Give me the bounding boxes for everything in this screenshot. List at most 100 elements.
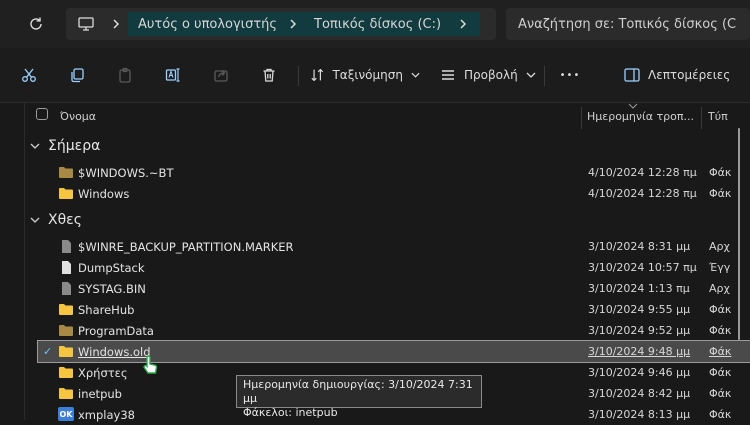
file-row[interactable]: SYSTAG.BIN 3/10/2024 1:13 πμ Αρχ bbox=[38, 278, 750, 299]
share-icon bbox=[214, 70, 228, 82]
toolbar-divider bbox=[544, 66, 545, 86]
file-name: $WINDOWS.~BT bbox=[78, 165, 174, 180]
file-type: Φάκ bbox=[709, 324, 732, 337]
file-date: 3/10/2024 8:13 μμ bbox=[588, 408, 691, 421]
file-date: 3/10/2024 10:57 πμ bbox=[588, 261, 697, 274]
file-date: 3/10/2024 9:52 μμ bbox=[588, 324, 691, 337]
file-type: Αρχ bbox=[709, 240, 730, 253]
refresh-button[interactable] bbox=[22, 12, 50, 36]
file-type: Φάκ bbox=[709, 387, 732, 400]
trash-icon bbox=[263, 68, 275, 82]
file-type: Φάκ bbox=[709, 166, 732, 179]
column-divider[interactable] bbox=[701, 107, 702, 129]
copy-button[interactable] bbox=[64, 62, 90, 88]
search-placeholder: Αναζήτηση σε: Τοπικός δίσκος (C bbox=[518, 16, 737, 32]
column-header-name[interactable]: Όνομα bbox=[60, 103, 160, 129]
sort-label: Ταξινόμηση bbox=[332, 68, 403, 82]
file-date: 3/10/2024 9:46 μμ bbox=[588, 366, 691, 379]
tooltip: Ημερομηνία δημιουργίας: 3/10/2024 7:31 μ… bbox=[236, 375, 482, 419]
vertical-scrollbar[interactable] bbox=[738, 128, 742, 420]
select-all-checkbox[interactable] bbox=[36, 108, 48, 120]
chevron-right-icon bbox=[110, 8, 122, 40]
folder-icon bbox=[59, 325, 73, 336]
details-label: Λεπτομέρειες bbox=[648, 68, 731, 82]
file-row[interactable]: DumpStack 3/10/2024 10:57 πμ Έγγ bbox=[38, 257, 750, 278]
paste-button[interactable] bbox=[112, 62, 138, 88]
sort-button[interactable]: Ταξινόμηση bbox=[310, 62, 420, 88]
computer-icon bbox=[78, 8, 94, 40]
folder-icon bbox=[59, 304, 73, 315]
group-label: Σήμερα bbox=[48, 138, 101, 154]
checkmark-icon[interactable]: ✓ bbox=[43, 345, 52, 358]
rename-icon bbox=[165, 68, 180, 82]
clipboard-icon bbox=[119, 67, 131, 83]
file-icon bbox=[62, 282, 71, 295]
file-date: 3/10/2024 9:55 μμ bbox=[588, 303, 691, 316]
navigation-pane[interactable] bbox=[0, 103, 25, 420]
chevron-down-icon bbox=[411, 72, 420, 78]
file-date: 3/10/2024 1:13 πμ bbox=[588, 282, 690, 295]
view-list-icon bbox=[442, 70, 454, 80]
file-date: 3/10/2024 9:48 μμ bbox=[588, 345, 691, 358]
address-bar-area: Αυτός ο υπολογιστής Τοπικός δίσκος (C:) … bbox=[0, 0, 750, 48]
command-bar: Ταξινόμηση Προβολή ••• Λεπτομέρειες bbox=[0, 48, 750, 103]
group-header-today[interactable]: Σήμερα bbox=[24, 134, 100, 158]
details-pane-button[interactable]: Λεπτομέρειες bbox=[624, 62, 742, 88]
more-options-button[interactable]: ••• bbox=[556, 62, 584, 88]
file-row[interactable]: ShareHub 3/10/2024 9:55 μμ Φάκ bbox=[38, 299, 750, 320]
cut-button[interactable] bbox=[16, 62, 42, 88]
folder-icon bbox=[59, 367, 73, 378]
sort-indicator-icon bbox=[628, 103, 638, 109]
breadcrumb-local-disk[interactable]: Τοπικός δίσκος (C:) bbox=[302, 12, 446, 36]
breadcrumb-label: Αυτός ο υπολογιστής bbox=[138, 16, 278, 32]
folder-icon bbox=[59, 388, 73, 399]
group-header-yesterday[interactable]: Χθες bbox=[24, 208, 82, 232]
folder-icon bbox=[59, 346, 73, 357]
file-name: xmplay38 bbox=[78, 407, 135, 422]
tooltip-line: Φάκελοι: inetpub bbox=[243, 406, 338, 419]
file-name: ShareHub bbox=[78, 302, 135, 317]
chevron-down-icon bbox=[526, 72, 536, 78]
chevron-right-icon[interactable] bbox=[446, 12, 480, 36]
file-name: Windows bbox=[78, 186, 130, 201]
file-type: Φάκ bbox=[709, 303, 732, 316]
file-row[interactable]: $WINRE_BACKUP_PARTITION.MARKER 3/10/2024… bbox=[38, 236, 750, 257]
file-type: Φάκ bbox=[709, 366, 732, 379]
file-type: Αρχ bbox=[709, 282, 730, 295]
file-type: Έγγ bbox=[709, 261, 731, 274]
file-name: SYSTAG.BIN bbox=[78, 281, 146, 296]
file-name: Χρήστες bbox=[78, 365, 128, 380]
refresh-icon bbox=[30, 17, 42, 30]
view-label: Προβολή bbox=[464, 68, 518, 82]
rename-button[interactable] bbox=[160, 62, 186, 88]
column-headers: Όνομα Ημερομηνία τροπ... Τύπ bbox=[24, 103, 750, 129]
file-row[interactable]: ProgramData 3/10/2024 9:52 μμ Φάκ bbox=[38, 320, 750, 341]
file-date: 4/10/2024 12:28 πμ bbox=[588, 187, 697, 200]
chevron-right-icon bbox=[284, 12, 302, 36]
copy-icon bbox=[71, 68, 84, 83]
file-type: Φάκ bbox=[709, 345, 732, 358]
file-date: 3/10/2024 8:31 μμ bbox=[588, 240, 691, 253]
file-name: ProgramData bbox=[78, 323, 154, 338]
file-date: 3/10/2024 8:42 μμ bbox=[588, 387, 691, 400]
column-divider[interactable] bbox=[581, 107, 582, 129]
search-input[interactable]: Αναζήτηση σε: Τοπικός δίσκος (C bbox=[506, 8, 750, 40]
breadcrumb-label: Τοπικός δίσκος (C:) bbox=[314, 16, 442, 32]
breadcrumb-this-pc[interactable]: Αυτός ο υπολογιστής bbox=[128, 12, 284, 36]
view-button[interactable]: Προβολή bbox=[440, 62, 540, 88]
more-options-icon: ••• bbox=[559, 69, 581, 81]
address-bar[interactable]: Αυτός ο υπολογιστής Τοπικός δίσκος (C:) bbox=[66, 8, 496, 40]
file-name: Windows.old bbox=[78, 344, 151, 359]
scissors-icon bbox=[22, 68, 36, 82]
file-row[interactable]: $WINDOWS.~BT 4/10/2024 12:28 πμ Φάκ bbox=[38, 162, 750, 183]
file-icon bbox=[62, 240, 71, 253]
hand-cursor-icon bbox=[143, 355, 158, 374]
toolbar-divider bbox=[298, 66, 299, 86]
delete-button[interactable] bbox=[256, 62, 282, 88]
share-button[interactable] bbox=[208, 62, 234, 88]
scrollbar-thumb[interactable] bbox=[738, 128, 740, 340]
folder-icon bbox=[59, 188, 73, 199]
file-row[interactable]: Windows 4/10/2024 12:28 πμ Φάκ bbox=[38, 183, 750, 204]
column-header-type[interactable]: Τύπ bbox=[708, 103, 738, 129]
column-header-date[interactable]: Ημερομηνία τροπ... bbox=[587, 103, 699, 129]
